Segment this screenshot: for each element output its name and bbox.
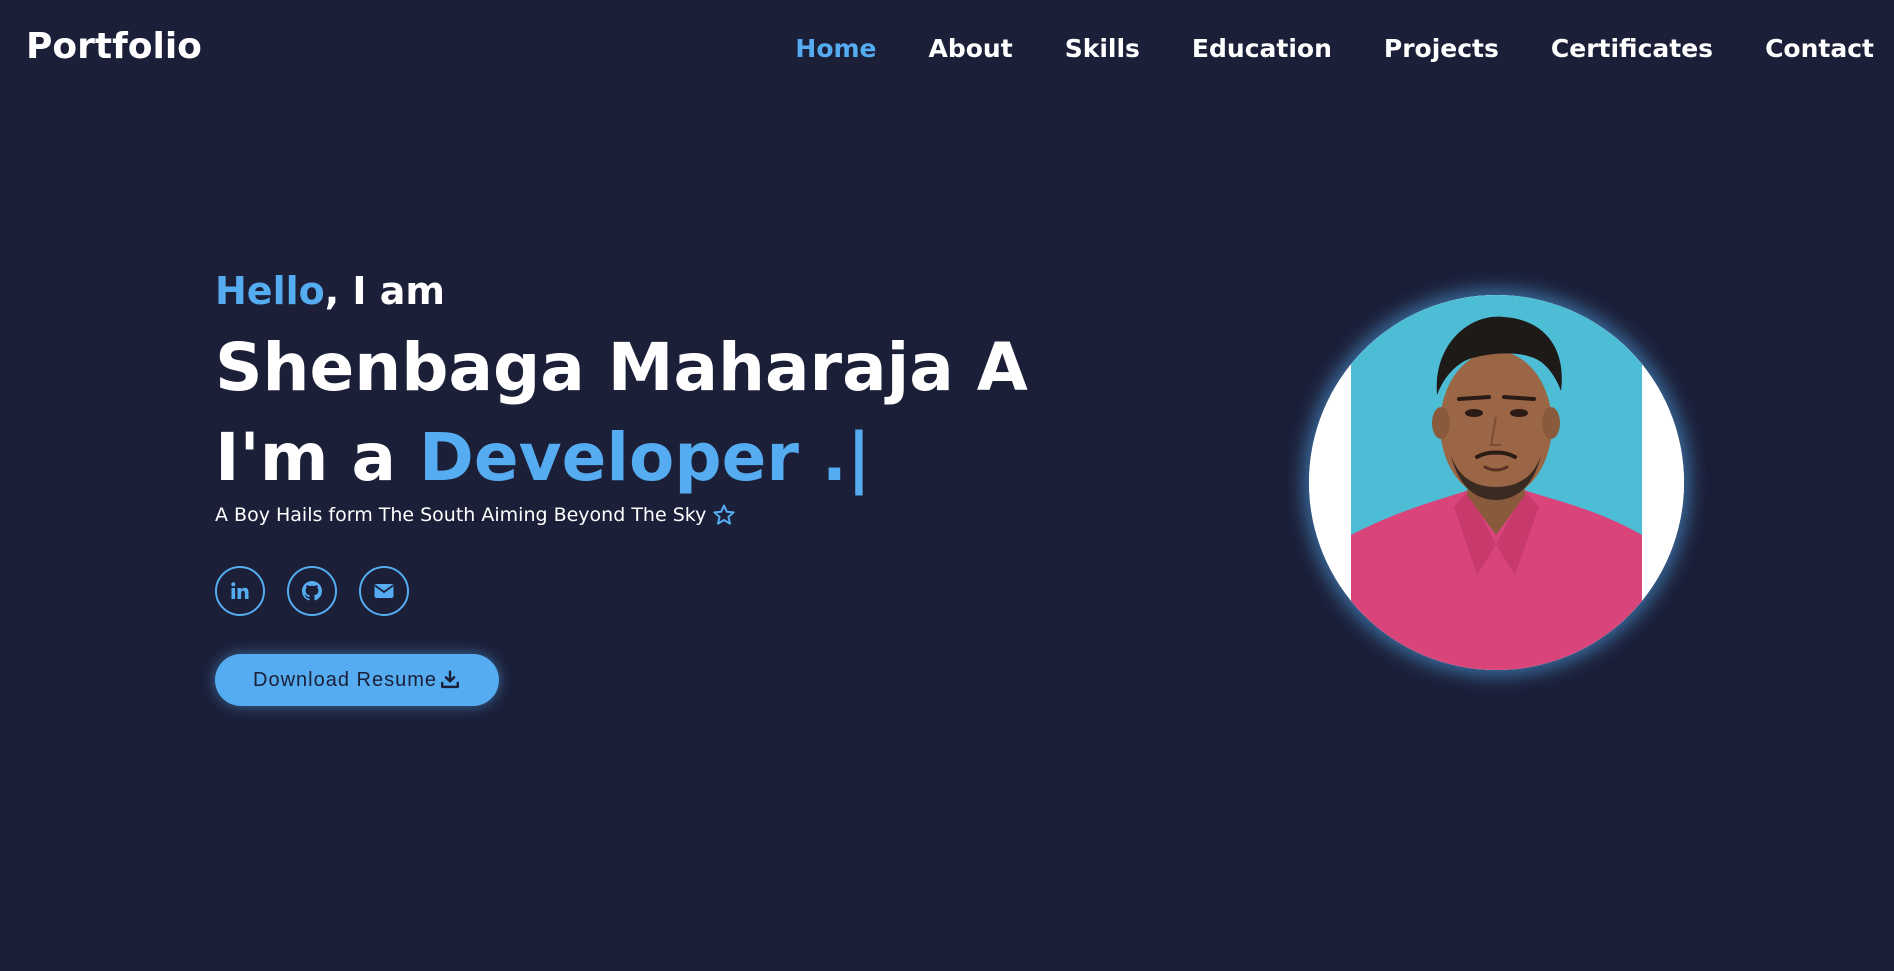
greeting: Hello, I am (215, 268, 1028, 314)
download-resume-button[interactable]: Download Resume (215, 654, 499, 706)
hero-section: Hello, I am Shenbaga Maharaja A I'm a De… (215, 268, 1028, 706)
nav-home[interactable]: Home (795, 34, 876, 63)
tagline-text: A Boy Hails form The South Aiming Beyond… (215, 504, 707, 526)
github-link[interactable] (287, 566, 337, 616)
github-icon (302, 581, 322, 601)
download-resume-label: Download Resume (253, 668, 437, 691)
envelope-icon (374, 584, 394, 598)
nav-contact[interactable]: Contact (1765, 34, 1874, 63)
social-links (215, 566, 1028, 616)
linkedin-icon (231, 582, 249, 599)
nav-skills[interactable]: Skills (1065, 34, 1140, 63)
role-prefix: I'm a (215, 419, 420, 496)
nav-certificates[interactable]: Certificates (1551, 34, 1713, 63)
greeting-accent: Hello (215, 269, 325, 313)
nav-about[interactable]: About (929, 34, 1013, 63)
page: Portfolio Home About Skills Education Pr… (0, 0, 1894, 971)
tagline: A Boy Hails form The South Aiming Beyond… (215, 502, 1028, 528)
main-nav: Home About Skills Education Projects Cer… (743, 34, 1874, 63)
hero-name: Shenbaga Maharaja A (215, 329, 1028, 406)
star-icon (712, 503, 736, 527)
profile-photo-graphic (1309, 295, 1684, 670)
role-typed: Developer .| (419, 419, 872, 496)
brand-logo[interactable]: Portfolio (26, 26, 202, 67)
nav-education[interactable]: Education (1192, 34, 1332, 63)
download-icon (441, 670, 459, 689)
profile-photo (1309, 295, 1684, 670)
nav-projects[interactable]: Projects (1384, 34, 1499, 63)
linkedin-link[interactable] (215, 566, 265, 616)
greeting-rest: , I am (324, 269, 446, 313)
hero-role: I'm a Developer .| (215, 418, 1028, 498)
email-link[interactable] (359, 566, 409, 616)
